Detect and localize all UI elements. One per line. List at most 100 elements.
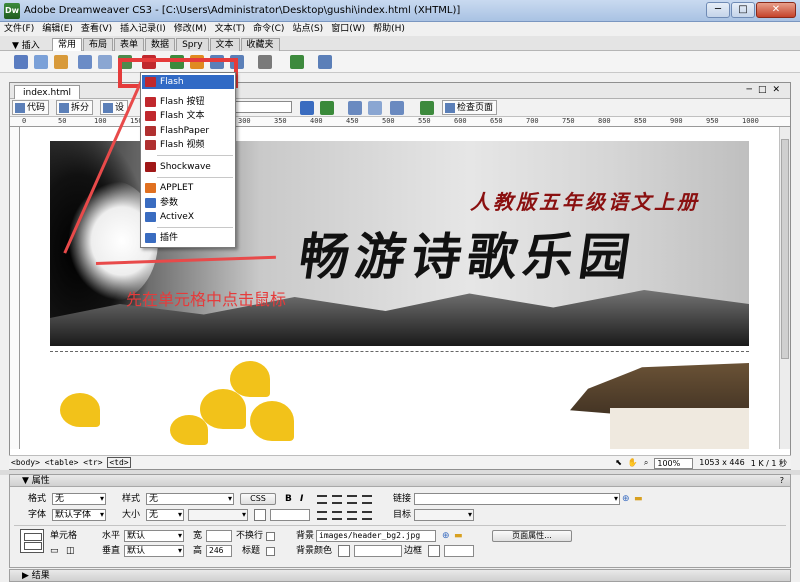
align-center-icon[interactable] <box>332 495 342 504</box>
css-button[interactable]: CSS <box>240 493 276 505</box>
properties-header[interactable]: ▼ 属性 ? <box>10 475 790 487</box>
hand-tool-icon[interactable]: ✋ <box>628 458 638 469</box>
table-icon[interactable] <box>78 55 92 69</box>
browse-folder-icon[interactable]: ▬ <box>634 493 643 505</box>
menu-insert[interactable]: 插入记录(I) <box>116 22 170 36</box>
menu-item-plugin[interactable]: 插件 <box>142 231 234 245</box>
menu-item-flash[interactable]: Flash <box>142 75 234 89</box>
page-properties-button[interactable]: 页面属性... <box>492 530 572 542</box>
size-unit-select[interactable] <box>188 509 248 521</box>
insert-bar-label[interactable]: ▼ 插入 <box>12 38 40 51</box>
script-icon[interactable] <box>258 55 272 69</box>
help-icon[interactable]: ? <box>780 475 784 487</box>
menu-help[interactable]: 帮助(H) <box>369 22 409 36</box>
menu-item-flash-button[interactable]: Flash 按钮 <box>142 95 234 109</box>
tab-favorites[interactable]: 收藏夹 <box>240 38 280 51</box>
menu-item-flashpaper[interactable]: FlashPaper <box>142 124 234 138</box>
menu-commands[interactable]: 命令(C) <box>249 22 288 36</box>
ordered-list-icon[interactable] <box>332 511 342 520</box>
code-view-button[interactable]: 代码 <box>12 100 50 115</box>
header-checkbox[interactable] <box>266 547 275 556</box>
menu-site[interactable]: 站点(S) <box>288 22 327 36</box>
tab-common[interactable]: 常用 <box>52 38 83 51</box>
check-page-button[interactable]: 检查页面 <box>442 100 498 115</box>
tag-td[interactable]: <td> <box>107 457 131 468</box>
point-to-file-icon[interactable]: ⊕ <box>622 493 630 505</box>
nowrap-checkbox[interactable] <box>266 532 275 541</box>
outdent-icon[interactable] <box>347 511 357 520</box>
menu-view[interactable]: 查看(V) <box>77 22 116 36</box>
tab-data[interactable]: 数据 <box>145 38 176 51</box>
zoom-tool-icon[interactable]: ⌕ <box>644 458 648 469</box>
target-select[interactable] <box>414 509 474 521</box>
menu-item-activex[interactable]: ActiveX <box>142 210 234 224</box>
email-link-icon[interactable] <box>34 55 48 69</box>
tag-chooser-icon[interactable] <box>318 55 332 69</box>
bg-browse-folder-icon[interactable]: ▬ <box>454 530 463 542</box>
bold-button[interactable]: B <box>285 493 292 505</box>
select-tool-icon[interactable]: ⬉ <box>615 458 622 469</box>
size-select[interactable]: 无 <box>146 509 184 521</box>
vertical-scrollbar[interactable] <box>779 127 790 449</box>
bgcolor-swatch[interactable] <box>338 545 350 557</box>
zoom-select[interactable]: 100% <box>654 458 694 469</box>
globe-icon[interactable] <box>320 101 334 115</box>
refresh-icon[interactable] <box>348 101 362 115</box>
tab-layout[interactable]: 布局 <box>83 38 114 51</box>
justify-icon[interactable] <box>362 495 372 504</box>
width-input[interactable] <box>206 530 232 542</box>
title-input[interactable] <box>232 101 292 113</box>
menu-item-params[interactable]: 参数 <box>142 196 234 210</box>
border-color-input[interactable] <box>444 545 474 557</box>
templates-icon[interactable] <box>290 55 304 69</box>
menu-modify[interactable]: 修改(M) <box>170 22 211 36</box>
text-color-input[interactable] <box>270 509 310 521</box>
style-select[interactable]: 无 <box>146 493 234 505</box>
menu-item-flash-video[interactable]: Flash 视频 <box>142 138 234 152</box>
minimize-button[interactable]: ─ <box>706 2 730 18</box>
font-select[interactable]: 默认字体 <box>52 509 106 521</box>
validate-icon[interactable] <box>420 101 434 115</box>
horz-align-select[interactable]: 默认 <box>124 530 184 542</box>
menu-edit[interactable]: 编辑(E) <box>38 22 77 36</box>
height-input[interactable]: 246 <box>206 545 232 557</box>
results-panel[interactable]: ▶ 结果 <box>9 569 791 582</box>
menu-window[interactable]: 窗口(W) <box>327 22 369 36</box>
bgcolor-input[interactable] <box>354 545 402 557</box>
menu-item-shockwave[interactable]: Shockwave <box>142 160 234 174</box>
div-icon[interactable] <box>98 55 112 69</box>
vert-align-select[interactable]: 默认 <box>124 545 184 557</box>
maximize-button[interactable]: □ <box>731 2 755 18</box>
split-cell-icon[interactable]: ◫ <box>66 545 75 557</box>
split-view-button[interactable]: 拆分 <box>56 100 94 115</box>
link-input[interactable] <box>414 493 620 505</box>
menu-text[interactable]: 文本(T) <box>211 22 250 36</box>
content-image-cell[interactable] <box>50 353 749 449</box>
align-left-icon[interactable] <box>317 495 327 504</box>
merge-cells-icon[interactable]: ▭ <box>50 545 59 557</box>
bg-image-input[interactable]: images/header_bg2.jpg <box>316 530 436 542</box>
close-button[interactable]: ✕ <box>756 2 796 18</box>
view-options-icon[interactable] <box>368 101 382 115</box>
tab-text[interactable]: 文本 <box>209 38 240 51</box>
unordered-list-icon[interactable] <box>317 511 327 520</box>
window-size[interactable]: 1053 x 446 <box>699 458 744 469</box>
browse-icon[interactable] <box>300 101 314 115</box>
tab-forms[interactable]: 表单 <box>114 38 145 51</box>
border-color-swatch[interactable] <box>428 545 440 557</box>
design-view-button[interactable]: 设 <box>100 100 129 115</box>
scrollbar-thumb[interactable] <box>781 139 789 359</box>
italic-button[interactable]: I <box>300 493 303 505</box>
indent-icon[interactable] <box>362 511 372 520</box>
visual-aids-icon[interactable] <box>390 101 404 115</box>
align-right-icon[interactable] <box>347 495 357 504</box>
menu-file[interactable]: 文件(F) <box>0 22 38 36</box>
menu-item-flash-text[interactable]: Flash 文本 <box>142 109 234 123</box>
menu-item-applet[interactable]: APPLET <box>142 181 234 195</box>
document-tab[interactable]: index.html <box>14 85 80 99</box>
document-window-controls[interactable]: ─□✕ <box>747 85 786 95</box>
tab-spry[interactable]: Spry <box>176 38 209 51</box>
tag-path[interactable]: <body> <table> <tr> <box>11 458 103 467</box>
format-select[interactable]: 无 <box>52 493 106 505</box>
hyperlink-icon[interactable] <box>14 55 28 69</box>
